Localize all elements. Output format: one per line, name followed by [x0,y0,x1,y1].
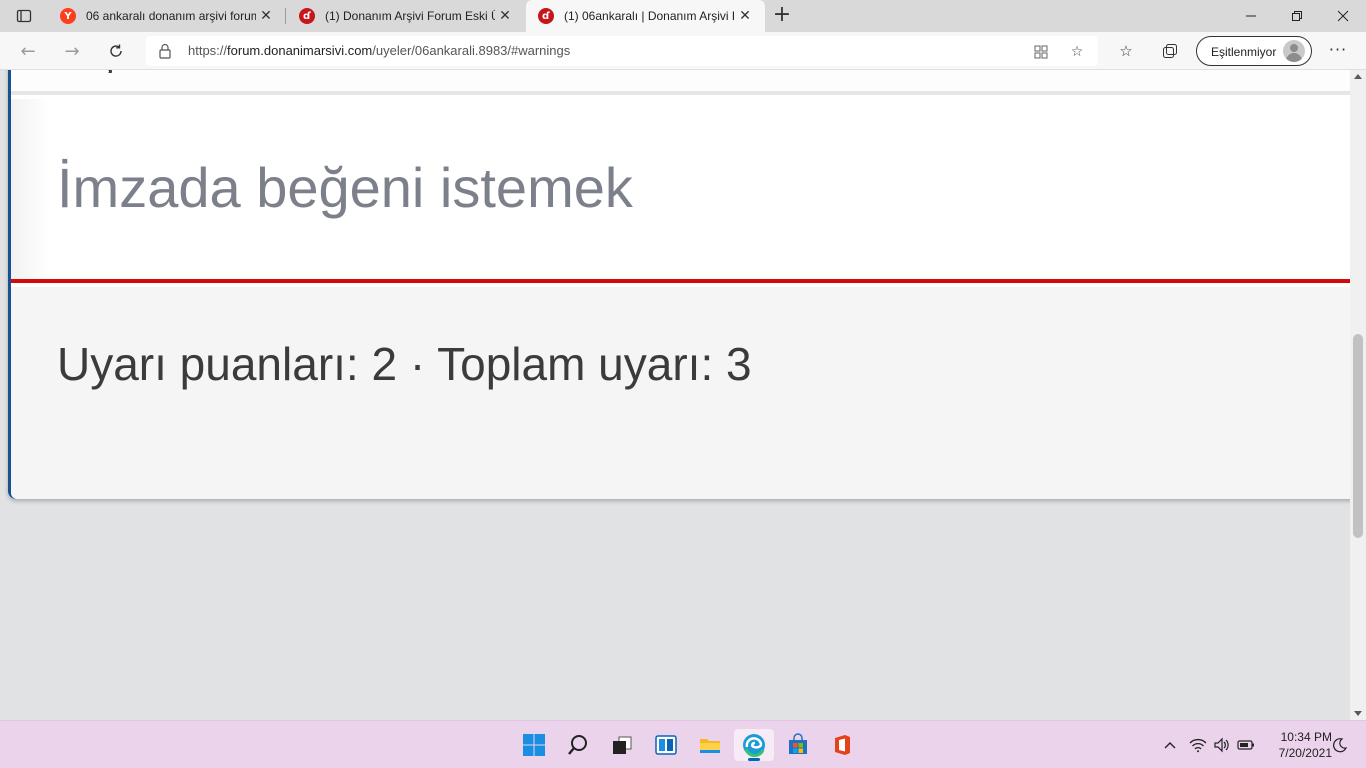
restore-icon[interactable] [1274,0,1320,32]
back-icon[interactable]: ← [16,39,40,63]
wifi-icon[interactable] [1188,735,1208,755]
tab-1[interactable]: Y 06 ankaralı donanım arşivi forum ✕ [48,0,286,32]
url-scheme: https:// [188,43,228,58]
url-text: https://forum.donanimarsivi.com/uyeler/0… [188,43,570,58]
forward-icon[interactable]: → [60,39,84,63]
profile-button[interactable]: Eşitlenmiyor [1196,36,1312,66]
close-window-icon[interactable] [1320,0,1366,32]
page-viewport: Nş İmzada beğeni istemek Uyarı puanları:… [0,70,1350,720]
widgets-icon[interactable] [646,729,686,761]
tab-title: 06 ankaralı donanım arşivi forum [86,9,256,23]
collections-icon[interactable] [1160,41,1180,61]
scroll-thumb[interactable] [1353,334,1363,538]
browser-toolbar: ← → https://forum.donanimarsivi.com/uyel… [0,32,1366,70]
new-tab-icon[interactable]: + [770,4,794,28]
volume-icon[interactable] [1212,735,1232,755]
close-icon[interactable]: ✕ [497,8,513,24]
clock-date: 7/20/2021 [1278,746,1332,760]
tab-title: (1) 06ankaralı | Donanım Arşivi Fo [564,9,734,23]
task-view-icon[interactable] [602,729,642,761]
warning-title-section [11,70,1350,95]
system-clock[interactable]: 10:34 PM 7/20/2021 [1262,729,1332,761]
minimize-icon[interactable] [1228,0,1274,32]
search-icon[interactable] [558,729,598,761]
tab-strip: Y 06 ankaralı donanım arşivi forum ✕ ɗ (… [0,0,1366,32]
tab-title: (1) Donanım Arşivi Forum Eski Üy [325,9,495,23]
battery-icon[interactable] [1236,735,1256,755]
tab-separator [285,8,286,24]
office-icon[interactable] [822,729,862,761]
refresh-icon[interactable] [104,39,128,63]
avatar [1283,40,1305,62]
chevron-up-icon[interactable] [1160,735,1180,755]
clock-time: 10:34 PM [1280,730,1332,744]
donanimarsivi-icon: ɗ [538,8,554,24]
warning-reason: İmzada beğeni istemek [57,156,633,219]
favorites-icon[interactable]: ☆ [1116,41,1136,61]
app-available-icon[interactable] [1032,43,1050,61]
more-icon[interactable]: ··· [1326,40,1350,62]
store-icon[interactable] [778,729,818,761]
start-icon[interactable] [514,729,554,761]
focus-assist-icon[interactable] [1330,735,1350,755]
scroll-up-icon[interactable] [1354,74,1362,79]
warning-summary: Uyarı puanları: 2 · Toplam uyarı: 3 [57,338,752,390]
close-icon[interactable]: ✕ [258,8,274,24]
warning-summary-section: Uyarı puanları: 2 · Toplam uyarı: 3 [11,287,1350,499]
edge-icon[interactable] [734,729,774,761]
donanimarsivi-icon: ɗ [299,8,315,24]
lock-icon[interactable] [158,43,174,59]
tab-2[interactable]: ɗ (1) Donanım Arşivi Forum Eski Üy ✕ [287,0,525,32]
profile-label: Eşitlenmiyor [1211,45,1277,59]
tab-3-active[interactable]: ɗ (1) 06ankaralı | Donanım Arşivi Fo ✕ [526,0,765,32]
warning-card: Nş İmzada beğeni istemek Uyarı puanları:… [8,70,1350,499]
cutoff-text: Nş [63,70,119,73]
page-scrollbar[interactable] [1350,70,1366,720]
file-explorer-icon[interactable] [690,729,730,761]
tab-actions-icon[interactable] [8,6,40,26]
scroll-down-icon[interactable] [1354,711,1362,716]
url-host: forum.donanimarsivi.com [227,43,373,58]
url-path: /uyeler/06ankarali.8983/#warnings [372,43,571,58]
address-bar[interactable]: https://forum.donanimarsivi.com/uyeler/0… [146,36,1098,66]
add-favorite-icon[interactable]: ☆ [1068,43,1086,61]
close-icon[interactable]: ✕ [737,8,753,24]
yandex-icon: Y [60,8,76,24]
taskbar: 10:34 PM 7/20/2021 [0,720,1366,768]
warning-reason-section: İmzada beğeni istemek [11,99,1350,283]
